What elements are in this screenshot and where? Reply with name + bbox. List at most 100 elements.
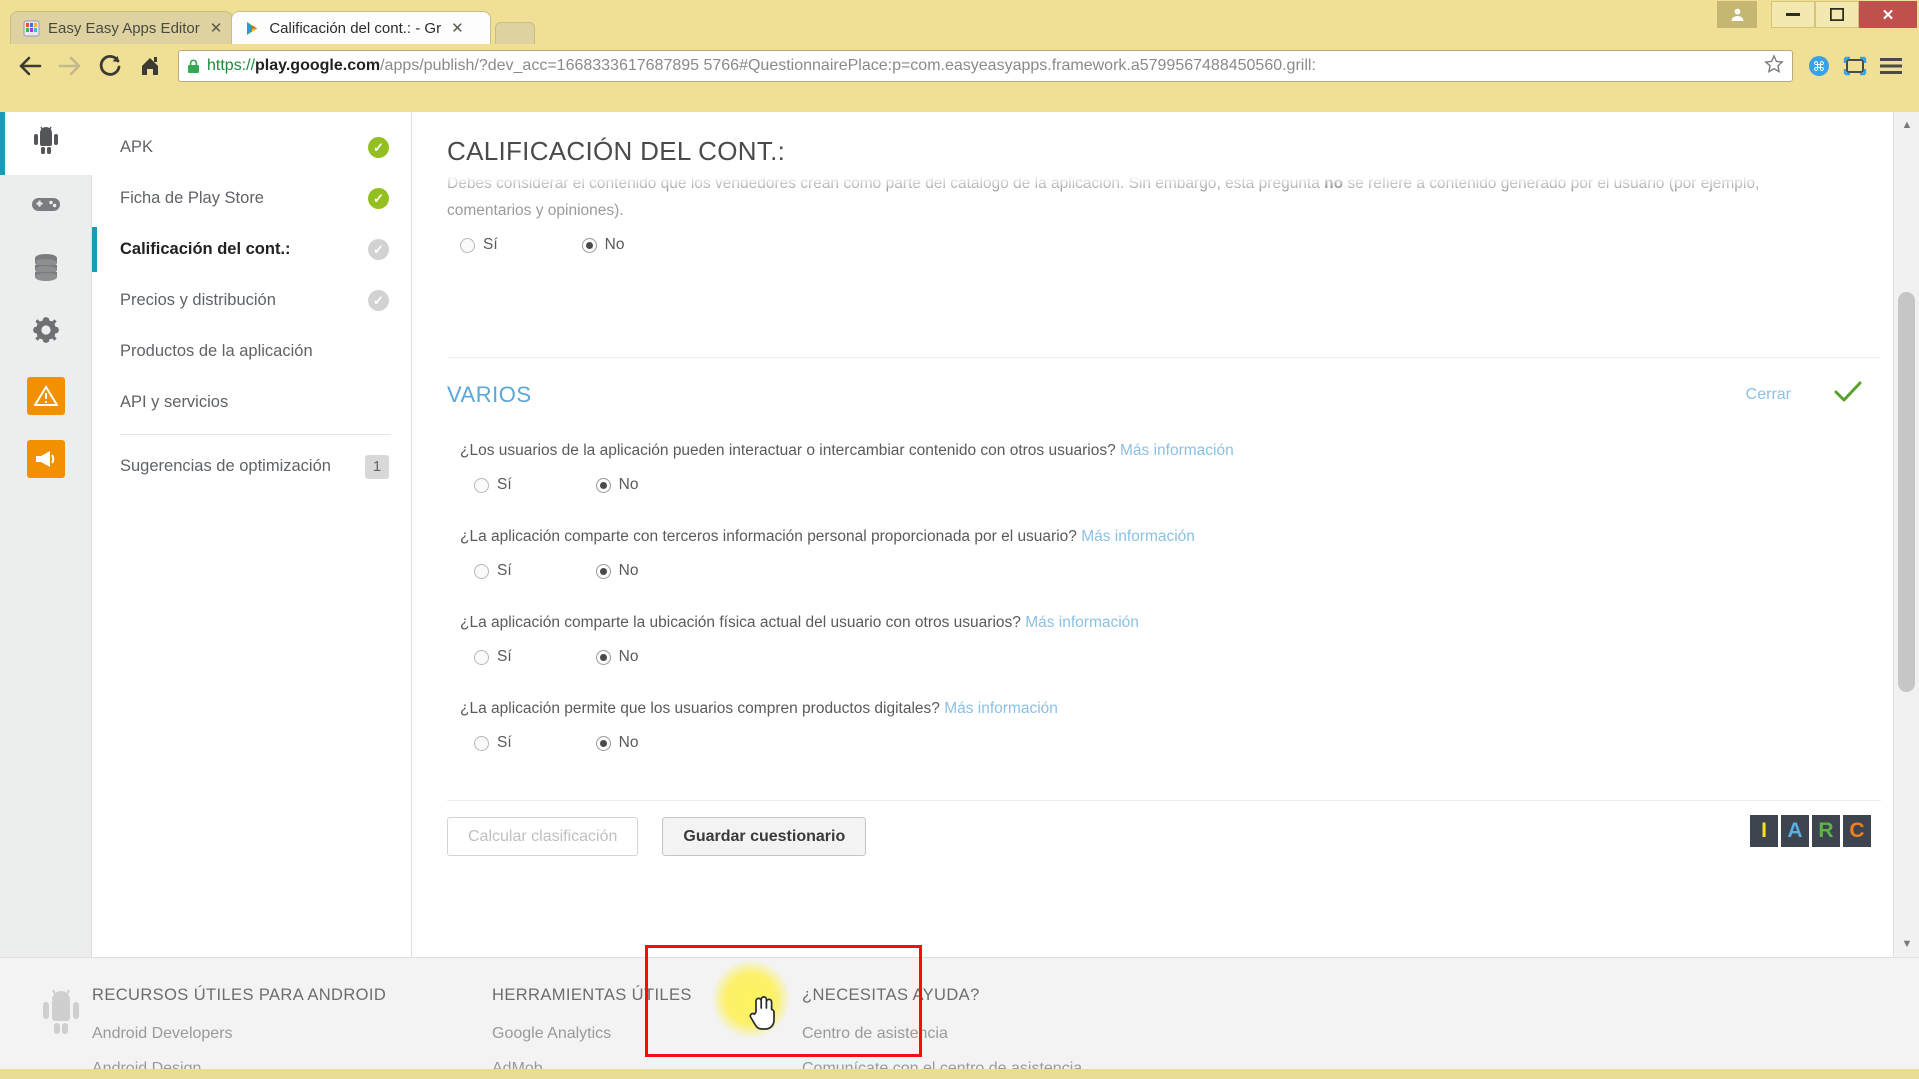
rail-item-alerts[interactable] — [0, 364, 92, 427]
intro-answer-yes[interactable]: Sí — [460, 236, 498, 254]
more-info-link[interactable]: Más información — [944, 700, 1058, 717]
page-viewport: APK ✓ Ficha de Play Store ✓ Calificación… — [0, 112, 1919, 1079]
question-4-no[interactable]: No — [595, 734, 639, 752]
actions-row: Calcular clasificación Guardar cuestiona… — [412, 801, 1893, 856]
question-3-no-label: No — [618, 648, 639, 665]
back-button[interactable] — [10, 46, 50, 86]
main-content: CALIFICACIÓN DEL CONT.: Debes considerar… — [412, 112, 1893, 957]
radio-unselected-icon[interactable] — [474, 649, 489, 665]
bookmark-star-icon[interactable] — [1764, 53, 1784, 79]
radio-selected-icon[interactable] — [595, 649, 611, 665]
intro-answer-yes-label: Sí — [483, 236, 498, 253]
scroll-up-arrow[interactable]: ▲ — [1894, 112, 1919, 138]
hamburger-menu-icon[interactable] — [1873, 48, 1909, 84]
footer-android-robot-icon — [30, 986, 92, 1079]
browser-tab-2-close-icon[interactable]: ✕ — [451, 19, 464, 37]
page-scrollbar[interactable]: ▲ ▼ — [1893, 112, 1919, 957]
browser-tab-2[interactable]: Calificación del cont.: - Gr ✕ — [231, 11, 492, 44]
question-3: ¿La aplicación comparte la ubicación fís… — [412, 614, 1893, 666]
page-title: CALIFICACIÓN DEL CONT.: — [447, 136, 786, 166]
sidebar-item-api-services[interactable]: API y servicios — [92, 377, 411, 428]
sidebar-item-content-rating[interactable]: Calificación del cont.: ✓ — [92, 224, 411, 275]
radio-selected-icon[interactable] — [581, 237, 597, 253]
radio-unselected-icon[interactable] — [474, 735, 489, 751]
sidebar-item-store-listing-label: Ficha de Play Store — [120, 189, 264, 207]
iarc-letter-i: I — [1750, 815, 1778, 847]
home-button[interactable] — [130, 46, 170, 86]
sidebar-item-store-listing[interactable]: Ficha de Play Store ✓ — [92, 173, 411, 224]
question-3-text: ¿La aplicación comparte la ubicación fís… — [460, 614, 1863, 632]
browser-toolbar: https://play.google.com/apps/publish/?de… — [0, 42, 1919, 90]
warning-triangle-icon — [27, 376, 65, 415]
svg-text:⌘: ⌘ — [1813, 59, 1826, 74]
sidebar-item-optimization-tips[interactable]: Sugerencias de optimización 1 — [92, 441, 411, 492]
browser-tab-1-title: Easy Easy Apps Editor — [48, 19, 200, 37]
sidebar-item-in-app-products[interactable]: Productos de la aplicación — [92, 326, 411, 377]
question-3-no[interactable]: No — [595, 648, 639, 666]
question-1-yes[interactable]: Sí — [474, 476, 512, 494]
browser-tab-1[interactable]: Easy Easy Apps Editor ✕ — [10, 11, 234, 44]
sidebar-item-pricing[interactable]: Precios y distribución ✓ — [92, 275, 411, 326]
question-2-yes[interactable]: Sí — [474, 562, 512, 580]
question-3-yes-label: Sí — [497, 648, 512, 665]
android-robot-icon — [29, 124, 63, 163]
radio-unselected-icon[interactable] — [474, 477, 489, 493]
question-4-no-label: No — [618, 734, 639, 751]
radio-unselected-icon[interactable] — [474, 563, 489, 579]
sidebar-item-apk[interactable]: APK ✓ — [92, 122, 411, 173]
question-1-no[interactable]: No — [595, 476, 638, 494]
section-varios-header: VARIOS Cerrar — [412, 358, 1893, 420]
question-1-label: ¿Los usuarios de la aplicación pueden in… — [460, 442, 1116, 459]
url-host: play.google.com — [255, 57, 381, 74]
question-1-answers: Sí No — [460, 476, 1863, 494]
iarc-letter-r: R — [1812, 815, 1840, 847]
question-4-yes[interactable]: Sí — [474, 734, 512, 752]
radio-unselected-icon[interactable] — [460, 237, 475, 253]
more-info-link[interactable]: Más información — [1120, 442, 1234, 459]
close-window-button[interactable]: ✕ — [1859, 1, 1917, 28]
app-icon — [23, 20, 40, 37]
rail-item-settings[interactable] — [0, 301, 92, 364]
status-check-icon: ✓ — [368, 239, 389, 260]
scroll-down-arrow[interactable]: ▼ — [1894, 931, 1919, 957]
browser-tab-1-close-icon[interactable]: ✕ — [210, 19, 223, 37]
scrollbar-thumb[interactable] — [1898, 292, 1915, 692]
radio-selected-icon[interactable] — [595, 477, 611, 493]
rail-item-announcements[interactable] — [0, 427, 92, 490]
footer-heading-useful-tools: HERRAMIENTAS ÚTILES — [492, 986, 692, 1004]
cast-icon[interactable] — [1837, 48, 1873, 84]
calculate-rating-button[interactable]: Calcular clasificación — [447, 817, 639, 856]
footer-link-android-developers[interactable]: Android Developers — [92, 1025, 492, 1043]
forward-button[interactable] — [50, 46, 90, 86]
url-scheme: https:// — [207, 57, 256, 74]
more-info-link[interactable]: Más información — [1081, 528, 1195, 545]
url-bar[interactable]: https://play.google.com/apps/publish/?de… — [178, 50, 1793, 82]
question-1: ¿Los usuarios de la aplicación pueden in… — [412, 442, 1893, 494]
minimize-button[interactable] — [1771, 1, 1815, 28]
question-2-no[interactable]: No — [595, 562, 639, 580]
more-info-link[interactable]: Más información — [1025, 614, 1139, 631]
footer-column-android-resources: RECURSOS ÚTILES PARA ANDROID Android Dev… — [92, 986, 492, 1079]
user-profile-button[interactable] — [1717, 1, 1757, 28]
rail-item-games[interactable] — [0, 175, 92, 238]
new-tab-button[interactable] — [495, 22, 536, 44]
radio-selected-icon[interactable] — [595, 563, 611, 579]
save-questionnaire-button[interactable]: Guardar cuestionario — [662, 817, 867, 856]
rail-item-android[interactable] — [0, 112, 92, 175]
intro-answer-no-label: No — [604, 236, 625, 253]
status-check-icon: ✓ — [368, 290, 389, 311]
intro-answer-no[interactable]: No — [581, 236, 625, 254]
radio-selected-icon[interactable] — [595, 735, 611, 751]
rail-item-database[interactable] — [0, 238, 92, 301]
question-3-yes[interactable]: Sí — [474, 648, 512, 666]
extension-icon[interactable]: ⌘ — [1801, 48, 1837, 84]
optimization-badge: 1 — [365, 454, 389, 479]
question-4-label: ¿La aplicación permite que los usuarios … — [460, 700, 940, 717]
section-close-link[interactable]: Cerrar — [1746, 386, 1791, 404]
footer-link-google-analytics[interactable]: Google Analytics — [492, 1025, 802, 1043]
question-4-text: ¿La aplicación permite que los usuarios … — [460, 700, 1863, 718]
maximize-button[interactable] — [1815, 1, 1859, 28]
reload-button[interactable] — [90, 46, 130, 86]
footer-link-help-center[interactable]: Centro de asistencia — [802, 1025, 1302, 1043]
question-2-no-label: No — [618, 562, 639, 579]
